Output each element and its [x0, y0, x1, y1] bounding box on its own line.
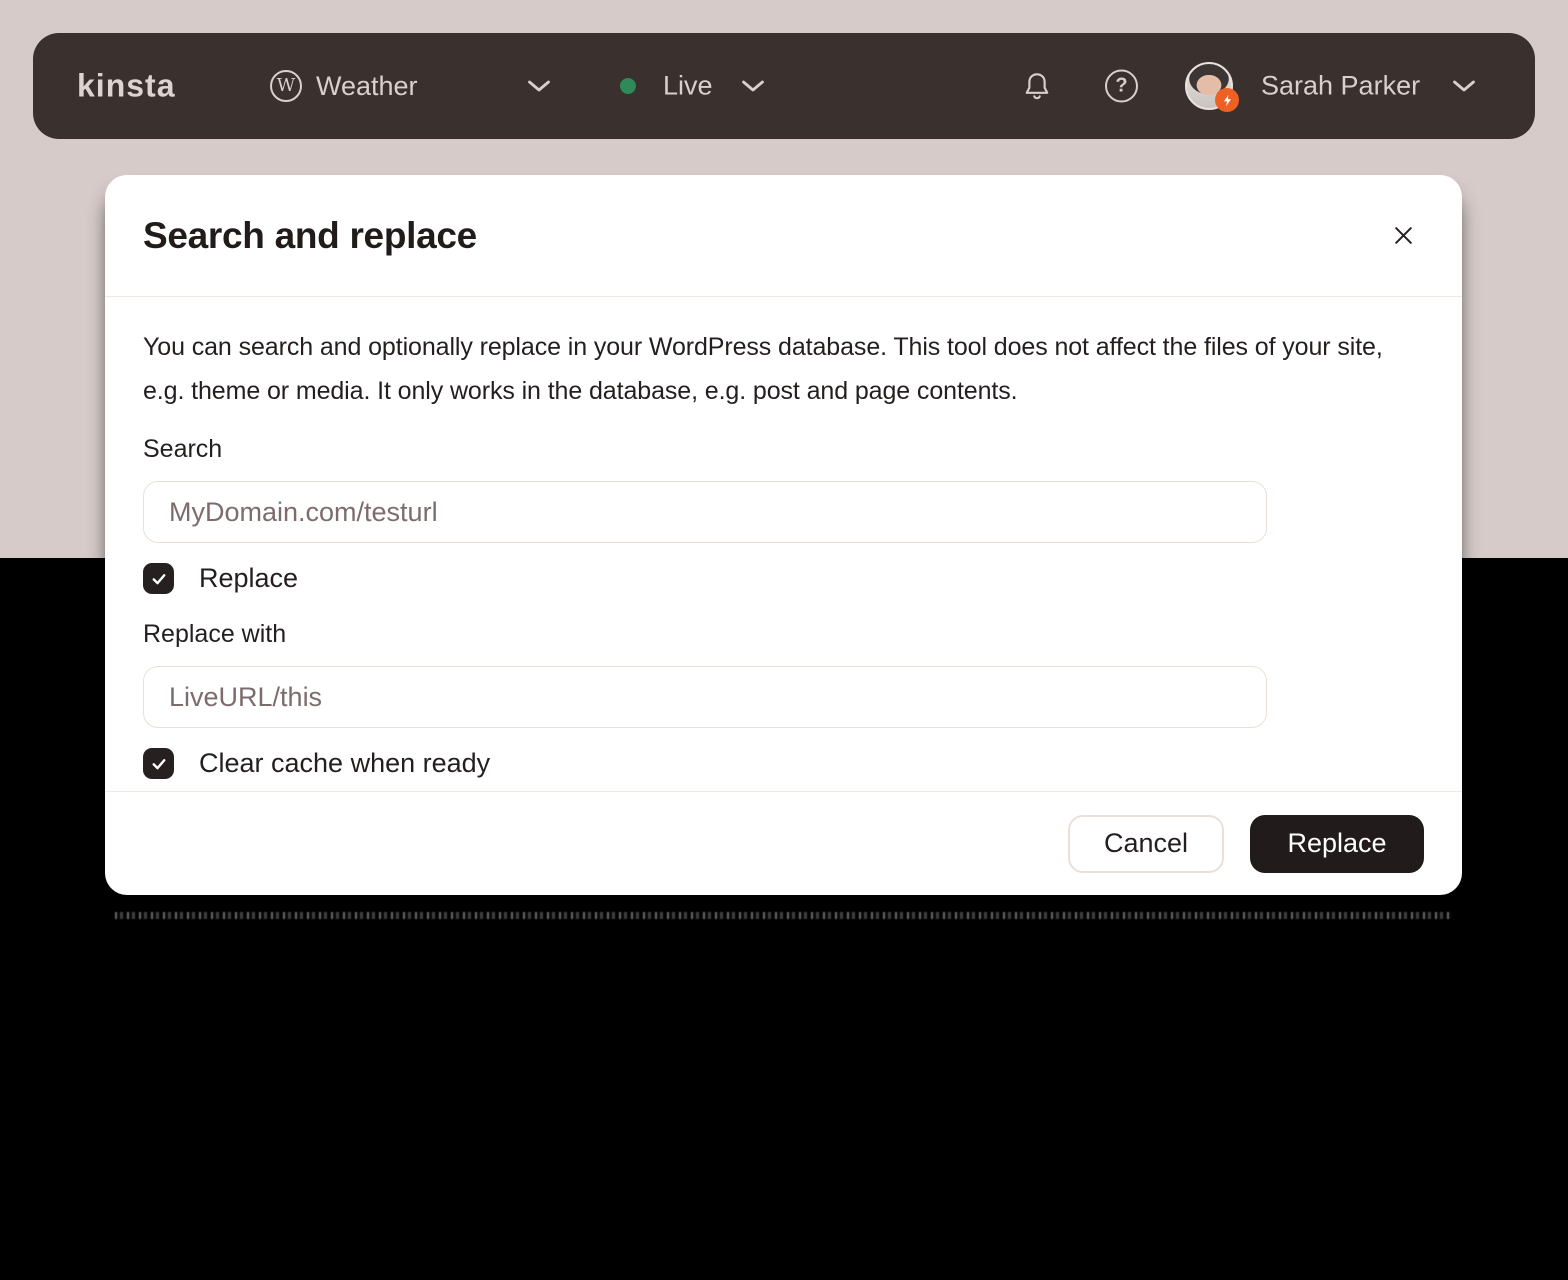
environment-selector[interactable]: Live — [663, 71, 713, 102]
user-name: Sarah Parker — [1261, 70, 1421, 101]
modal-description: You can search and optionally replace in… — [143, 333, 1383, 405]
modal-header: Search and replace — [105, 175, 1462, 297]
bell-icon — [1025, 73, 1049, 100]
kinsta-logo: kinsta — [77, 67, 176, 104]
close-button[interactable] — [1385, 217, 1422, 254]
clear-cache-checkbox[interactable] — [143, 748, 174, 779]
clear-cache-checkbox-row[interactable]: Clear cache when ready — [143, 748, 1424, 779]
help-button[interactable]: ? — [1105, 69, 1138, 103]
replace-checkbox[interactable] — [143, 563, 174, 594]
site-selector[interactable]: W Weather — [270, 70, 418, 102]
app-header: kinsta W Weather Live ? Sarah Parker — [33, 33, 1535, 139]
lightning-badge — [1215, 88, 1239, 112]
clear-cache-checkbox-label: Clear cache when ready — [199, 748, 491, 778]
chevron-down-icon — [742, 80, 764, 92]
cancel-button[interactable]: Cancel — [1068, 814, 1224, 873]
help-icon: ? — [1105, 69, 1138, 103]
search-input[interactable] — [143, 481, 1267, 543]
live-status-dot — [620, 78, 636, 94]
site-selector-label: Weather — [316, 70, 418, 101]
replace-button[interactable]: Replace — [1250, 814, 1424, 873]
modal-body: You can search and optionally replace in… — [105, 297, 1462, 779]
chevron-down-icon — [528, 80, 550, 92]
search-label: Search — [143, 435, 223, 463]
checkmark-icon — [152, 573, 165, 584]
search-and-replace-modal: Search and replace You can search and op… — [105, 175, 1462, 895]
site-selector-chevron[interactable] — [527, 80, 551, 93]
replace-checkbox-label: Replace — [199, 563, 299, 593]
user-menu-chevron[interactable] — [1452, 80, 1476, 93]
replace-with-label: Replace with — [143, 620, 287, 648]
modal-footer: Cancel Replace — [105, 791, 1462, 895]
environment-chevron[interactable] — [741, 80, 765, 93]
chevron-down-icon — [1453, 80, 1475, 92]
modal-title: Search and replace — [143, 214, 477, 256]
replace-checkbox-row[interactable]: Replace — [143, 563, 1424, 594]
checkmark-icon — [152, 758, 165, 769]
user-menu[interactable] — [1185, 62, 1239, 112]
avatar — [1185, 62, 1239, 112]
lightning-icon — [1223, 94, 1231, 106]
close-icon — [1395, 227, 1412, 244]
environment-label: Live — [663, 70, 713, 101]
replace-with-input[interactable] — [143, 666, 1267, 728]
wordpress-icon: W — [270, 70, 302, 102]
